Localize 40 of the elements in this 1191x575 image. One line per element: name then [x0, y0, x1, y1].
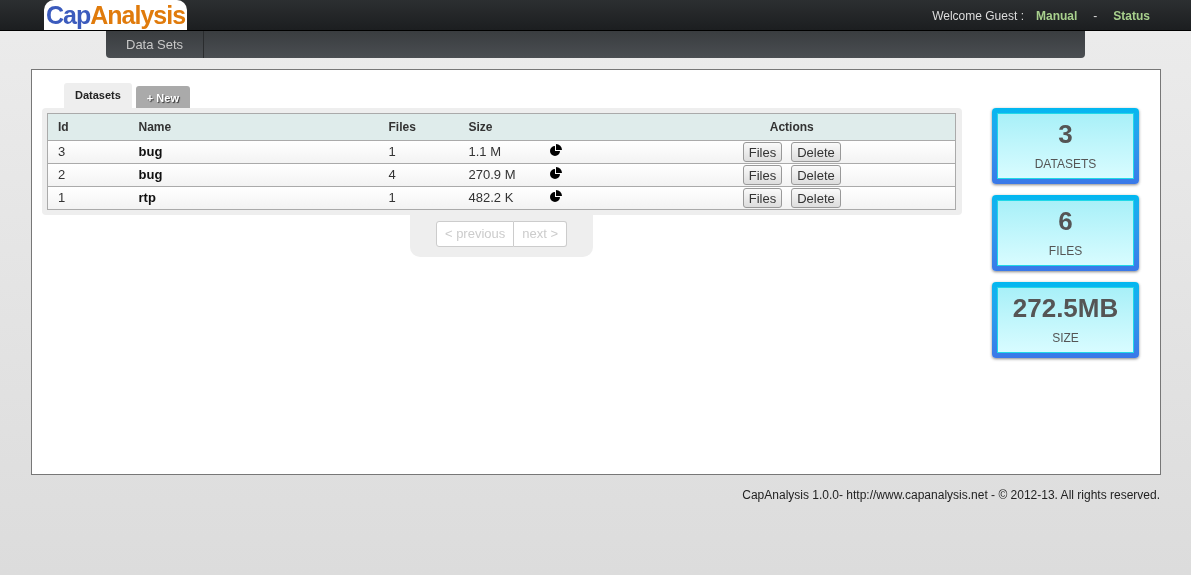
action-button[interactable]: Delete	[791, 142, 841, 162]
separator-text: -	[1092, 8, 1099, 25]
table-cell: bug	[138, 144, 163, 160]
stat-value: 6	[1058, 206, 1073, 236]
action-button[interactable]: Delete	[791, 188, 841, 208]
stat-label: FILES	[1048, 243, 1083, 260]
table-cell: rtp	[138, 190, 156, 206]
stat-value: 3	[1058, 119, 1073, 149]
column-header: Name	[138, 120, 172, 134]
action-button[interactable]: Files	[742, 188, 783, 208]
action-button[interactable]: Delete	[791, 165, 841, 185]
pie-chart-icon[interactable]	[548, 166, 562, 180]
nav-item[interactable]: Data Sets	[106, 31, 205, 58]
column-header: Id	[58, 120, 69, 134]
column-header: Actions	[769, 120, 814, 134]
table-cell: 1.1 M	[468, 144, 501, 160]
column-header: Size	[468, 120, 493, 134]
table-cell: 4	[388, 167, 396, 183]
table-cell: 3	[58, 144, 66, 160]
table-cell: bug	[138, 167, 163, 183]
table-cell: 1	[58, 190, 66, 206]
pie-chart-icon[interactable]	[548, 189, 562, 203]
header-link[interactable]: Manual	[1035, 7, 1078, 25]
welcome-text: Welcome Guest :	[932, 8, 1024, 25]
table-cell: 1	[388, 144, 396, 160]
table-cell: 482.2 K	[468, 190, 514, 206]
table-cell: 270.9 M	[468, 167, 516, 183]
table-cell: 1	[388, 190, 396, 206]
column-header: Files	[388, 120, 416, 134]
footer-text: CapAnalysis 1.0.0- http://www.capanalysis.net - © 2012-13. All rights reserved.	[741, 487, 1161, 504]
datasets-tab[interactable]: Datasets	[64, 83, 132, 108]
stat-value: 272.5MB	[1012, 293, 1119, 323]
table-cell: 2	[58, 167, 66, 183]
action-button[interactable]: Files	[742, 165, 783, 185]
pie-chart-icon[interactable]	[548, 143, 562, 157]
stat-label: SIZE	[1052, 330, 1079, 347]
logo: CapAnalysis	[44, 0, 188, 30]
stat-label: DATASETS	[1034, 156, 1097, 173]
action-button[interactable]: Files	[742, 142, 783, 162]
header-link[interactable]: Status	[1113, 7, 1150, 25]
